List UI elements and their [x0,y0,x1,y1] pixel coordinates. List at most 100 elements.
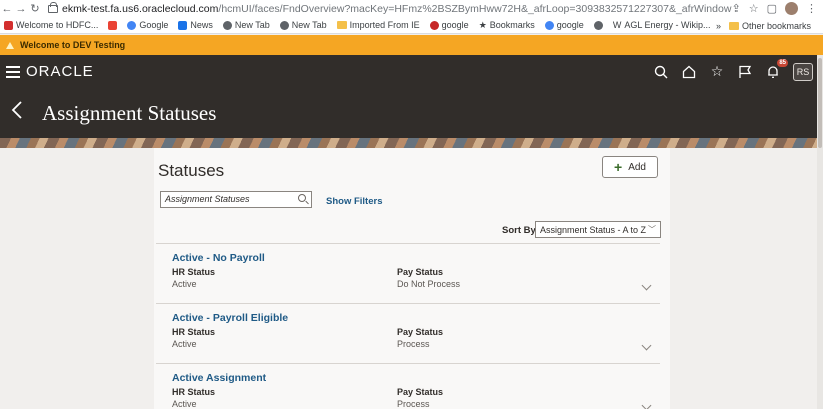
scrollbar-thumb[interactable] [818,58,822,148]
decorative-pattern [0,138,823,148]
notifications-bell-icon[interactable]: 85 [765,58,788,80]
google-icon [544,20,554,30]
status-name-link[interactable]: Active - Payroll Eligible [172,312,288,324]
browser-actions: ⇪ ☆ ▢ ⋮ [732,2,823,15]
header-icons: ☆ 85 RS [653,55,813,88]
url-host: ekmk-test.fa.us6.oraclecloud.com [62,2,219,15]
bookmark-item[interactable]: New Tab [279,20,327,30]
bookmark-label: Welcome to HDFC... [16,20,99,30]
status-name-link[interactable]: Active Assignment [172,372,266,384]
bookmark-item[interactable] [593,20,603,30]
search-input[interactable]: Assignment Statuses [160,191,312,208]
bookmark-item[interactable]: Welcome to HDFC... [4,20,98,30]
pay-status-label: Pay Status [397,387,444,397]
search-input-value: Assignment Statuses [165,194,250,204]
panel-title: Statuses [158,161,225,180]
window-icon[interactable]: ▢ [767,2,777,15]
favorites-star-icon[interactable]: ☆ [709,63,725,80]
status-name-link[interactable]: Active - No Payroll [172,252,265,264]
bookmarks-right: » Other bookmarks [709,17,823,33]
search-icon[interactable] [298,194,306,202]
bookmark-item[interactable]: ★ Bookmarks [479,20,535,31]
bookmark-item[interactable]: google [429,20,469,30]
page-title: Assignment Statuses [42,100,217,125]
folder-icon [728,21,739,30]
hr-status-value: Active [172,339,197,349]
bookmarks-overflow-button[interactable]: » [716,21,721,31]
star-icon[interactable]: ☆ [749,2,759,15]
home-icon[interactable] [681,64,697,80]
statuses-panel: Statuses + Add Assignment Statuses Show … [154,148,670,409]
global-header: ORACLE ☆ 85 RS [0,55,823,88]
expand-chevron-icon[interactable] [641,400,652,409]
list-item[interactable]: Active - No Payroll HR Status Active Pay… [156,243,660,303]
globe-icon [593,20,603,30]
show-filters-link[interactable]: Show Filters [326,196,382,207]
back-chevron-icon[interactable] [10,100,30,126]
profile-avatar[interactable] [785,2,798,15]
list-item[interactable]: Active - Payroll Eligible HR Status Acti… [156,303,660,363]
user-avatar[interactable]: RS [793,62,813,81]
pay-status-label: Pay Status [397,327,444,337]
reload-icon[interactable]: ↻ [28,2,42,15]
hr-status-label: HR Status [172,327,216,337]
globe-icon [279,20,289,30]
bookmark-item[interactable]: News [178,20,213,30]
url-path: /hcmUI/faces/FndOverview?macKey=HFmz%2BS… [218,2,732,15]
star-icon: ★ [478,19,487,30]
other-bookmarks[interactable]: Other bookmarks [728,20,811,31]
add-button-label: Add [628,161,646,173]
bookmark-favicon-icon [4,20,13,30]
gmail-icon [108,20,118,30]
bookmark-label: google [441,20,469,30]
bookmark-label: New Tab [234,20,270,30]
back-arrow-icon[interactable]: ← [0,3,14,15]
menu-dots-icon[interactable]: ⋮ [806,2,817,15]
hr-status-label: HR Status [172,387,216,397]
bookmark-item[interactable]: New Tab [222,20,270,30]
sort-by-value: Assignment Status - A to Z [540,225,647,235]
bookmark-item[interactable]: W AGL Energy - Wikip... [613,20,711,30]
chevron-down-icon: ﹀ [648,225,656,234]
lock-icon [48,1,58,13]
forward-arrow-icon[interactable]: → [14,3,28,15]
hr-status-value: Active [172,279,197,289]
bookmark-item[interactable]: Imported From IE [336,20,420,30]
bookmarks-bar: Welcome to HDFC... Google News New Tab N… [0,17,823,34]
share-icon[interactable]: ⇪ [732,2,741,15]
bookmark-item[interactable]: Google [127,20,168,30]
status-list: Active - No Payroll HR Status Active Pay… [156,243,660,409]
flag-icon[interactable] [737,64,753,80]
folder-icon [336,21,347,29]
oracle-logo[interactable]: ORACLE [26,63,94,80]
bookmark-label: News [190,20,213,30]
pay-status-value: Do Not Process [397,279,461,289]
expand-chevron-icon[interactable] [641,280,652,291]
hr-status-label: HR Status [172,267,216,277]
hamburger-menu-icon[interactable] [6,65,20,78]
bookmark-label: Bookmarks [489,20,535,30]
add-button[interactable]: + Add [602,156,658,178]
bookmark-item[interactable]: google [544,20,584,30]
url-field[interactable]: ekmk-test.fa.us6.oraclecloud.com/hcmUI/f… [62,3,732,15]
bookmark-item[interactable] [108,20,118,30]
google-icon [127,20,137,30]
page-title-band: Assignment Statuses [0,88,823,138]
sort-by-label: Sort By [502,225,536,236]
environment-banner: Welcome to DEV Testing [0,35,823,55]
pay-status-value: Process [397,399,430,409]
bookmark-label: AGL Energy - Wikip... [624,20,711,30]
list-item[interactable]: Active Assignment HR Status Active Pay S… [156,363,660,409]
warning-icon [6,41,14,49]
other-bookmarks-label: Other bookmarks [741,20,811,31]
bookmark-favicon-icon [429,20,439,30]
news-icon [178,20,188,30]
pay-status-label: Pay Status [397,267,444,277]
expand-chevron-icon[interactable] [641,340,652,351]
search-icon[interactable] [653,64,669,80]
globe-icon [222,20,232,30]
browser-address-bar: ← → ↻ ekmk-test.fa.us6.oraclecloud.com/h… [0,0,823,17]
notification-count-badge: 85 [777,58,788,67]
sort-by-select[interactable]: Assignment Status - A to Z ﹀ [535,221,661,238]
wikipedia-icon: W [612,20,622,30]
